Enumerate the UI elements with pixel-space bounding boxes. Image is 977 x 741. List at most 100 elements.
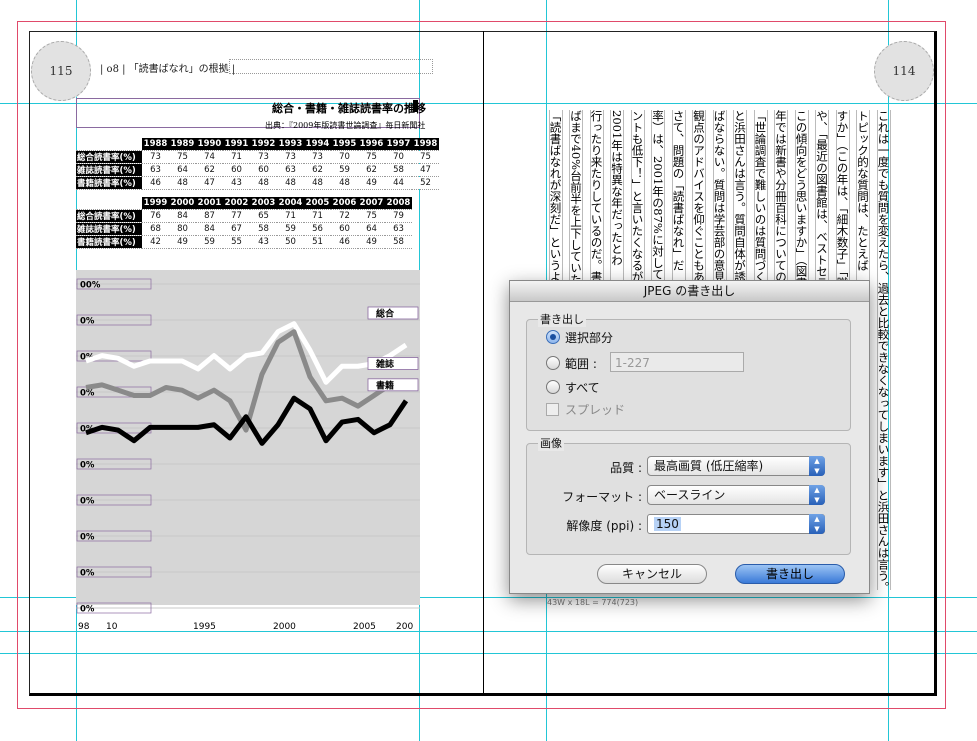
table-cell: 47	[196, 176, 223, 190]
running-header: | o8 | 「読書ばなれ」の根拠 |	[100, 64, 236, 75]
table-cell: 48	[277, 176, 304, 190]
radio-selection[interactable]	[546, 330, 560, 344]
table-cell: 48	[169, 176, 196, 190]
row-label: 書籍読書率(%)	[76, 176, 142, 190]
format-select[interactable]: ベースライン ▲ ▼	[647, 485, 825, 505]
format-label: フォーマット :	[562, 490, 642, 504]
table-corner	[76, 138, 142, 151]
table-cell: 62	[358, 163, 385, 177]
year-header: 1989	[169, 138, 196, 151]
year-header: 1995	[331, 138, 358, 151]
cancel-button[interactable]: キャンセル	[597, 564, 707, 584]
table-cell: 58	[385, 163, 412, 177]
frame-dimensions: 43W x 18L = 774(723)	[547, 598, 639, 607]
data-table-2[interactable]: 1999 2000 2001 2002 2003 2004 2005 2006 2007 2008…	[76, 197, 412, 249]
format-value: ベースライン	[654, 488, 726, 502]
y-tick-label: 0%	[80, 605, 95, 615]
resolution-combobox[interactable]: 150 ▲ ▼	[647, 514, 825, 534]
table-cell: 60	[223, 163, 250, 177]
table-cell: 59	[277, 222, 304, 236]
table-cell: 70	[385, 150, 412, 164]
x-tick-label: 10	[106, 622, 118, 632]
y-tick-label: 0%	[80, 389, 95, 399]
radio-range[interactable]	[546, 356, 560, 370]
table-cell: 63	[142, 163, 169, 177]
updown-arrow-icon: ▲ ▼	[809, 456, 825, 476]
table-cell: 70	[331, 150, 358, 164]
folio-left-text: 115	[49, 64, 73, 78]
year-header: 1994	[304, 138, 331, 151]
row-label: 雑誌読書率(%)	[76, 163, 142, 177]
folio-left: 115	[31, 41, 91, 101]
dialog-title: JPEG の書き出し	[510, 281, 869, 302]
table-cell: 56	[304, 222, 331, 236]
table-cell: 80	[169, 222, 196, 236]
quality-value: 最高画質 (低圧縮率)	[654, 459, 764, 473]
table-cell: 58	[385, 235, 412, 249]
row-label: 雑誌読書率(%)	[76, 222, 142, 236]
table-cell: 58	[250, 222, 277, 236]
radio-all-label[interactable]: すべて	[565, 379, 600, 396]
table-row: 雑誌読書率(%) 63 64 62 60 60 63 62 59 62 58 47	[76, 163, 439, 177]
table-cell: 60	[250, 163, 277, 177]
y-tick-label: 0%	[80, 533, 95, 543]
table-cell: 43	[250, 235, 277, 249]
year-header: 2003	[250, 197, 277, 210]
table-cell: 75	[358, 209, 385, 223]
table-cell: 49	[169, 235, 196, 249]
year-header: 2008	[385, 197, 412, 210]
table-cell: 71	[304, 209, 331, 223]
table-cell: 68	[142, 222, 169, 236]
year-header: 1990	[196, 138, 223, 151]
year-header: 2005	[304, 197, 331, 210]
data-table-1[interactable]: 1988 1989 1990 1991 1992 1993 1994 1995 1996 1997…	[76, 138, 439, 190]
table-cell: 75	[169, 150, 196, 164]
table-cell: 76	[142, 209, 169, 223]
table-cell: 60	[331, 222, 358, 236]
radio-selection-label[interactable]: 選択部分	[565, 329, 613, 346]
table-cell: 48	[331, 176, 358, 190]
x-tick-label: 2005	[353, 622, 376, 632]
table-source: 出典：『2009年版読書世論調査』毎日新聞社	[265, 121, 426, 130]
table-row: 総合読書率(%) 76 84 87 77 65 71 71 72 75 79	[76, 209, 412, 223]
y-tick-label: 0%	[80, 569, 95, 579]
table-title: 総合・書籍・雑誌読書率の推移	[272, 102, 426, 115]
table-corner	[76, 197, 142, 210]
table-row: 雑誌読書率(%) 68 80 84 67 58 59 56 60 64 63	[76, 222, 412, 236]
image-group-label: 画像	[538, 435, 564, 451]
table-cell: 71	[277, 209, 304, 223]
radio-all[interactable]	[546, 380, 560, 394]
export-group-label: 書き出し	[538, 311, 586, 327]
x-tick-label: 2000	[273, 622, 296, 632]
table-cell: 62	[304, 163, 331, 177]
quality-label: 品質 :	[610, 461, 642, 475]
updown-arrow-icon: ▲ ▼	[809, 514, 825, 534]
table-cell: 52	[412, 176, 439, 190]
table-cell: 46	[142, 176, 169, 190]
table-cell: 73	[277, 150, 304, 164]
table-cell: 63	[277, 163, 304, 177]
table-cell: 87	[196, 209, 223, 223]
table-row: 総合読書率(%) 73 75 74 71 73 73 73 70 75 70 75	[76, 150, 439, 164]
text-column: これは一度でも質問を変えたら、過去と比較できなくなってしまいます」と浜田さんは言…	[876, 110, 891, 590]
table-row: 書籍読書率(%) 46 48 47 43 48 48 48 48 49 44 52	[76, 176, 439, 190]
quality-select[interactable]: 最高画質 (低圧縮率) ▲ ▼	[647, 456, 825, 476]
spread-checkbox[interactable]	[546, 403, 559, 416]
line-chart[interactable]: 00% 0% 0% 0% 0% 0% 0% 0% 0% 0% 総合 雑誌 書籍 98 10 1995 2000 2…	[76, 270, 420, 635]
y-tick-label: 0%	[80, 317, 95, 327]
series-label: 総合	[376, 307, 395, 319]
row-label: 書籍読書率(%)	[76, 235, 142, 249]
year-header: 1991	[223, 138, 250, 151]
year-header: 1998	[412, 138, 439, 151]
table-cell: 59	[331, 163, 358, 177]
table-cell: 84	[196, 222, 223, 236]
range-input[interactable]: 1-227	[610, 352, 744, 372]
resolution-value[interactable]: 150	[654, 517, 681, 531]
table-cell: 43	[223, 176, 250, 190]
table-cell: 47	[412, 163, 439, 177]
export-button[interactable]: 書き出し	[735, 564, 845, 584]
table-cell: 74	[196, 150, 223, 164]
table-cell: 73	[142, 150, 169, 164]
radio-range-label[interactable]: 範囲 :	[565, 355, 597, 372]
table-cell: 77	[223, 209, 250, 223]
